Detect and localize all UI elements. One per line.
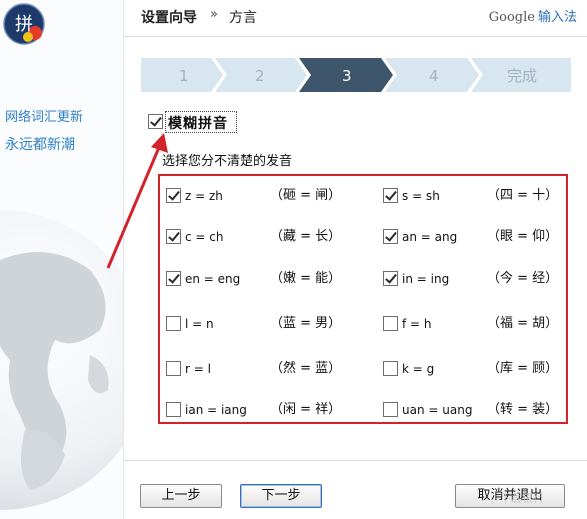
option-example: （库 = 顾） <box>487 361 559 376</box>
step-3: 3 <box>299 58 393 92</box>
header: 设置向导 » 方言 Google 输入法 <box>124 0 587 36</box>
step-progress: 1 2 3 4 完成 <box>141 58 571 92</box>
option-example: （嫩 = 能） <box>270 271 342 286</box>
options-description: 选择您分不清楚的发音 <box>162 154 293 169</box>
option-example: （福 = 胡） <box>487 316 559 331</box>
option-example: （闲 = 祥） <box>270 402 342 417</box>
breadcrumb-separator: » <box>210 7 218 22</box>
footer-divider <box>124 460 587 461</box>
step-2: 2 <box>215 58 307 92</box>
prev-button[interactable]: 上一步 <box>140 484 222 508</box>
option-example: （四 = 十） <box>487 188 559 203</box>
option-example: （藏 = 长） <box>270 229 342 244</box>
header-divider <box>124 36 587 37</box>
option-label: c = ch <box>185 230 224 244</box>
option-checkbox[interactable] <box>166 188 181 203</box>
slogan-line-1: 网络词汇更新 <box>5 110 84 125</box>
option-label: an = ang <box>402 230 458 244</box>
option-checkbox[interactable] <box>383 229 398 244</box>
step-4: 4 <box>385 58 479 92</box>
option-checkbox[interactable] <box>383 188 398 203</box>
option-label: k = g <box>402 362 435 376</box>
option-label: r = l <box>185 362 211 376</box>
step-finish-label: 完成 <box>507 67 537 85</box>
option-label: uan = uang <box>402 403 473 417</box>
globe-icon <box>0 210 123 510</box>
option-checkbox[interactable] <box>383 361 398 376</box>
brand-suffix: 输入法 <box>537 10 577 25</box>
fuzzy-pinyin-checkbox[interactable] <box>148 114 163 129</box>
option-label: z = zh <box>185 189 223 203</box>
step-1: 1 <box>141 58 223 92</box>
app-logo-icon: 拼 <box>3 3 45 45</box>
option-checkbox[interactable] <box>166 361 181 376</box>
option-label: f = h <box>402 317 432 331</box>
option-checkbox[interactable] <box>383 271 398 286</box>
option-example: （然 = 蓝） <box>270 361 342 376</box>
option-example: （今 = 经） <box>487 271 559 286</box>
option-example: （砸 = 闸） <box>270 188 342 203</box>
option-checkbox[interactable] <box>166 402 181 417</box>
option-checkbox[interactable] <box>383 402 398 417</box>
option-example: （蓝 = 男） <box>270 316 342 331</box>
option-label: l = n <box>185 317 214 331</box>
next-button[interactable]: 下一步 <box>240 484 322 508</box>
brand: Google 输入法 <box>489 6 577 25</box>
slogan-line-2: 永远都新潮 <box>5 137 75 153</box>
page-subtitle: 方言 <box>229 10 257 26</box>
option-label: en = eng <box>185 272 241 286</box>
option-label: ian = iang <box>185 403 247 417</box>
brand-name: Google <box>488 10 535 25</box>
step-4-label: 4 <box>429 67 439 85</box>
step-1-label: 1 <box>179 67 189 85</box>
watermark: 下载银行 <box>500 492 544 505</box>
option-checkbox[interactable] <box>166 229 181 244</box>
step-3-label: 3 <box>342 67 352 85</box>
svg-text:拼: 拼 <box>15 14 33 35</box>
option-example: （转 = 装） <box>487 402 559 417</box>
options-highlight-frame: z = zh （砸 = 闸） s = sh （四 = 十） c = ch （藏 … <box>158 174 568 424</box>
option-checkbox[interactable] <box>166 271 181 286</box>
option-checkbox[interactable] <box>383 316 398 331</box>
step-2-label: 2 <box>255 67 265 85</box>
page-title: 设置向导 <box>141 10 197 26</box>
option-label: in = ing <box>402 272 450 286</box>
option-label: s = sh <box>402 189 440 203</box>
option-example: （眼 = 仰） <box>487 229 559 244</box>
step-finish: 完成 <box>471 58 571 92</box>
option-checkbox[interactable] <box>166 316 181 331</box>
fuzzy-pinyin-label[interactable]: 模糊拼音 <box>168 113 228 133</box>
sidebar: 拼 网络词汇更新 永远都新潮 <box>0 0 124 519</box>
